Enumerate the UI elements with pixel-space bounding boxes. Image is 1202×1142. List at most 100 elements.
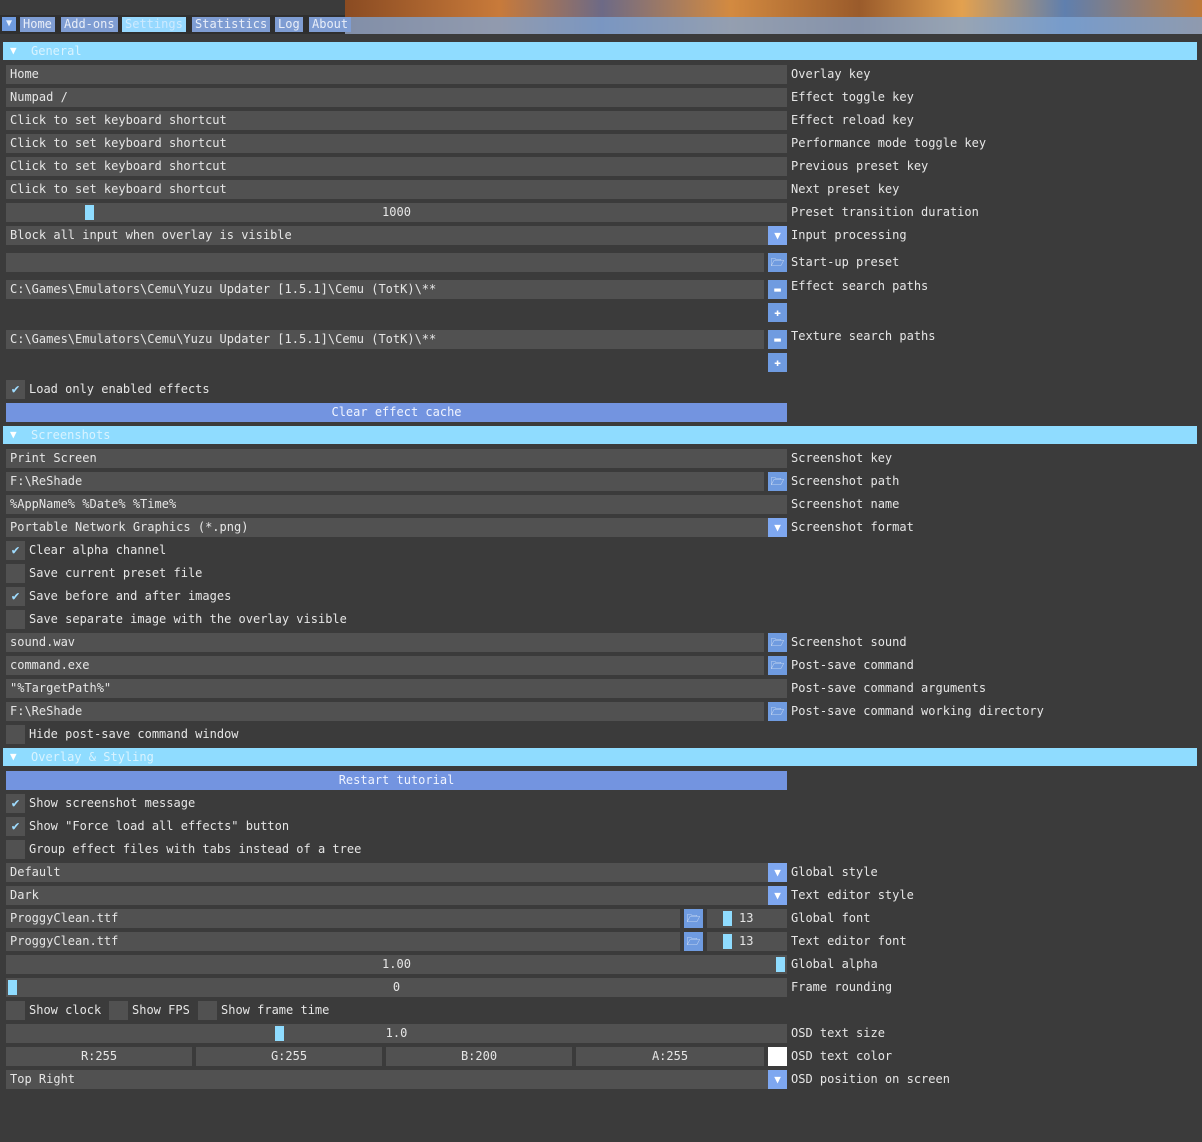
tab-log[interactable]: Log [275, 17, 303, 32]
post-save-args-field[interactable]: "%TargetPath%" [6, 679, 787, 698]
checkbox[interactable] [109, 1001, 128, 1020]
load-only-enabled-label: Load only enabled effects [29, 382, 210, 396]
screenshot-path-field[interactable]: F:\ReShade [6, 472, 764, 491]
osd-color-a[interactable]: A:255 [576, 1047, 764, 1066]
osd-text-size-slider[interactable]: 1.0 [6, 1024, 787, 1043]
checkbox[interactable] [6, 564, 25, 583]
checkbox[interactable] [6, 610, 25, 629]
tab-statistics[interactable]: Statistics [192, 17, 271, 32]
clear-effect-cache-button[interactable]: Clear effect cache [6, 403, 787, 422]
post-save-command-label: Post-save command [791, 658, 914, 672]
next-preset-key-label: Next preset key [791, 182, 900, 196]
effect-search-paths-label: Effect search paths [791, 279, 929, 293]
global-font-field[interactable]: ProggyClean.ttf [6, 909, 680, 928]
checkmark-icon[interactable]: ✔ [6, 794, 25, 813]
effect-search-path-field[interactable]: C:\Games\Emulators\Cemu\Yuzu Updater [1.… [6, 280, 764, 299]
text-editor-font-size-slider[interactable]: 13 [707, 932, 787, 951]
dropdown-arrow-icon[interactable]: ▼ [768, 886, 787, 905]
screenshot-format-label: Screenshot format [791, 520, 914, 534]
effect-toggle-key-field[interactable]: Numpad / [6, 88, 787, 107]
checkbox[interactable] [198, 1001, 217, 1020]
checkbox[interactable] [6, 725, 25, 744]
preset-transition-slider[interactable]: 1000 [6, 203, 787, 222]
overlay-key-field[interactable]: Home [6, 65, 787, 84]
global-alpha-label: Global alpha [791, 957, 878, 971]
collapse-arrow-icon[interactable]: ▼ [2, 17, 16, 31]
text-editor-font-field[interactable]: ProggyClean.ttf [6, 932, 680, 951]
slider-value: 1.00 [382, 957, 411, 971]
folder-icon[interactable]: 🗁 [684, 932, 703, 951]
screenshot-key-field[interactable]: Print Screen [6, 449, 787, 468]
tab-home[interactable]: Home [20, 17, 55, 32]
general-header[interactable]: ▼ General [3, 42, 1197, 60]
checkmark-icon[interactable]: ✔ [6, 587, 25, 606]
next-preset-key-field[interactable]: Click to set keyboard shortcut [6, 180, 787, 199]
post-save-command-field[interactable]: command.exe [6, 656, 764, 675]
add-icon[interactable]: ✚ [768, 353, 787, 372]
global-font-size-slider[interactable]: 13 [707, 909, 787, 928]
folder-icon[interactable]: 🗁 [768, 702, 787, 721]
frame-rounding-slider[interactable]: 0 [6, 978, 787, 997]
input-processing-label: Input processing [791, 228, 907, 242]
restart-tutorial-button[interactable]: Restart tutorial [6, 771, 787, 790]
remove-icon[interactable]: ▬ [768, 280, 787, 299]
add-icon[interactable]: ✚ [768, 303, 787, 322]
osd-color-r[interactable]: R:255 [6, 1047, 192, 1066]
osd-color-b[interactable]: B:200 [386, 1047, 572, 1066]
dropdown-arrow-icon[interactable]: ▼ [768, 226, 787, 245]
folder-icon[interactable]: 🗁 [768, 472, 787, 491]
slider-grab[interactable] [723, 934, 732, 949]
screenshot-sound-label: Screenshot sound [791, 635, 907, 649]
startup-preset-field[interactable] [6, 253, 764, 272]
checkmark-icon[interactable]: ✔ [6, 541, 25, 560]
checkmark-icon[interactable]: ✔ [6, 817, 25, 836]
performance-mode-key-field[interactable]: Click to set keyboard shortcut [6, 134, 787, 153]
section-title: General [31, 44, 82, 58]
folder-icon[interactable]: 🗁 [768, 633, 787, 652]
color-swatch[interactable] [768, 1047, 787, 1066]
effect-reload-key-field[interactable]: Click to set keyboard shortcut [6, 111, 787, 130]
screenshot-name-field[interactable]: %AppName% %Date% %Time% [6, 495, 787, 514]
global-font-label: Global font [791, 911, 871, 925]
slider-value: 1000 [382, 205, 411, 219]
slider-value: 1.0 [385, 1026, 408, 1040]
texture-search-path-field[interactable]: C:\Games\Emulators\Cemu\Yuzu Updater [1.… [6, 330, 764, 349]
screenshot-format-combo[interactable]: Portable Network Graphics (*.png) [6, 518, 768, 537]
dropdown-arrow-icon[interactable]: ▼ [768, 863, 787, 882]
hide-window-label: Hide post-save command window [29, 727, 239, 741]
checkbox[interactable] [6, 1001, 25, 1020]
tab-about[interactable]: About [309, 17, 352, 32]
tab-settings[interactable]: Settings [122, 17, 186, 32]
clear-alpha-label: Clear alpha channel [29, 543, 167, 557]
folder-icon[interactable]: 🗁 [768, 253, 787, 272]
screenshots-header[interactable]: ▼ Screenshots [3, 426, 1197, 444]
expand-arrow-icon: ▼ [10, 44, 17, 57]
global-style-combo[interactable]: Default [6, 863, 768, 882]
previous-preset-key-field[interactable]: Click to set keyboard shortcut [6, 157, 787, 176]
expand-arrow-icon: ▼ [10, 750, 17, 763]
slider-value: 0 [392, 980, 401, 994]
frame-rounding-label: Frame rounding [791, 980, 893, 994]
menu-bar: ▼ Home Add-ons Settings Statistics Log A… [0, 15, 1202, 34]
folder-icon[interactable]: 🗁 [768, 656, 787, 675]
tab-add-ons[interactable]: Add-ons [61, 17, 118, 32]
folder-icon[interactable]: 🗁 [684, 909, 703, 928]
remove-icon[interactable]: ▬ [768, 330, 787, 349]
checkmark-icon[interactable]: ✔ [6, 380, 25, 399]
screenshot-sound-field[interactable]: sound.wav [6, 633, 764, 652]
performance-mode-key-label: Performance mode toggle key [791, 136, 987, 150]
section-title: Overlay & Styling [31, 750, 154, 764]
input-processing-combo[interactable]: Block all input when overlay is visible [6, 226, 768, 245]
dropdown-arrow-icon[interactable]: ▼ [768, 1070, 787, 1089]
post-save-args-label: Post-save command arguments [791, 681, 987, 695]
checkbox[interactable] [6, 840, 25, 859]
osd-color-label: OSD text color [791, 1049, 893, 1063]
global-alpha-slider[interactable]: 1.00 [6, 955, 787, 974]
osd-position-combo[interactable]: Top Right [6, 1070, 768, 1089]
slider-grab[interactable] [723, 911, 732, 926]
text-editor-style-combo[interactable]: Dark [6, 886, 768, 905]
overlay-styling-header[interactable]: ▼ Overlay & Styling [3, 748, 1197, 766]
dropdown-arrow-icon[interactable]: ▼ [768, 518, 787, 537]
post-save-dir-field[interactable]: F:\ReShade [6, 702, 764, 721]
osd-color-g[interactable]: G:255 [196, 1047, 382, 1066]
